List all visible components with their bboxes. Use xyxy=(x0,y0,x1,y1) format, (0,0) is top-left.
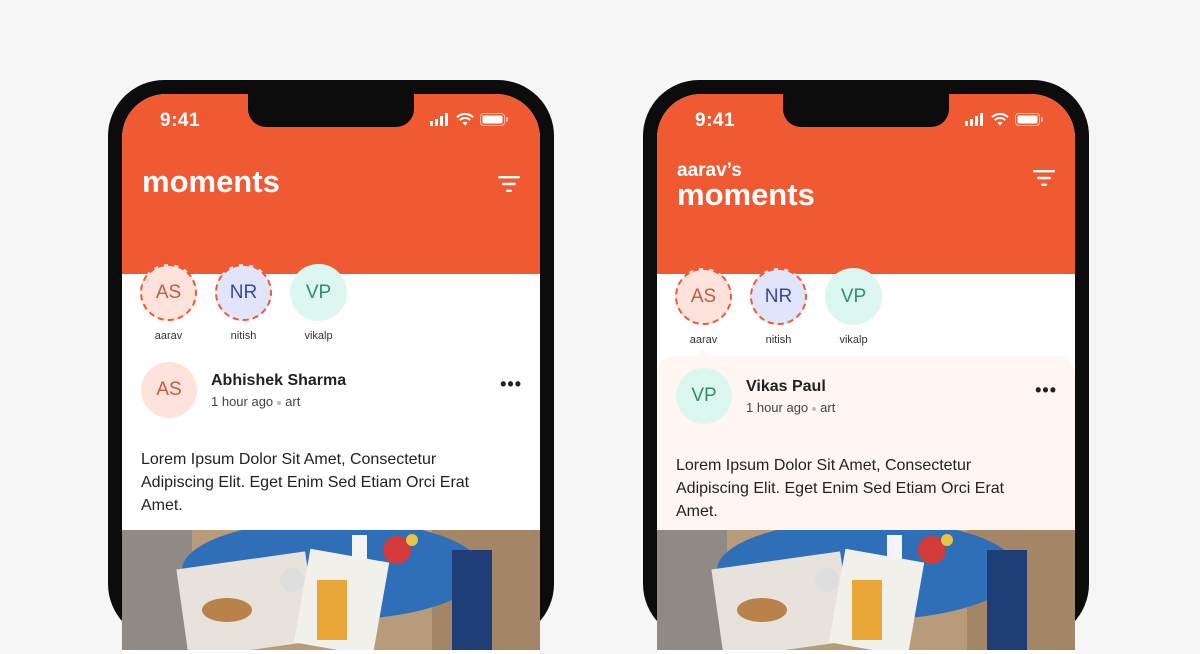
post-text: Lorem Ipsum Dolor Sit Amet, Consectetur … xyxy=(676,457,1005,520)
avatar[interactable]: AS xyxy=(141,362,197,418)
stories-row: AS aarav NR nitish VP vikalp xyxy=(675,268,882,346)
separator-dot xyxy=(277,400,282,405)
wifi-icon xyxy=(456,113,474,126)
post-photo[interactable] xyxy=(657,530,1075,650)
status-icons xyxy=(430,113,508,126)
story-label: vikalp xyxy=(839,334,868,346)
story-avatar: NR xyxy=(750,268,807,325)
post-tag[interactable]: art xyxy=(285,394,300,409)
story-label: aarav xyxy=(154,330,183,342)
story-avatar: AS xyxy=(140,264,197,321)
more-icon[interactable]: ••• xyxy=(500,374,522,395)
post-author[interactable]: Abhishek Sharma xyxy=(211,372,346,390)
post-card: VP Vikas Paul 1 hour ago art ••• Lorem Ip… xyxy=(657,356,1075,536)
post-photo[interactable] xyxy=(122,530,540,650)
story-label: nitish xyxy=(230,330,257,342)
status-icons xyxy=(965,113,1043,126)
signal-icon xyxy=(430,113,448,126)
post-time: 1 hour ago xyxy=(746,400,809,415)
separator-dot xyxy=(812,406,817,411)
post-time: 1 hour ago xyxy=(211,394,274,409)
story-avatar: VP xyxy=(290,264,347,321)
post-text: Lorem Ipsum Dolor Sit Amet, Consectetur … xyxy=(141,451,470,514)
story-nitish[interactable]: NR nitish xyxy=(215,264,272,342)
phone-screen: 9:41 moments AS aarav NR nitish VP vikal… xyxy=(122,94,540,654)
status-time: 9:41 xyxy=(695,110,736,131)
post-meta: 1 hour ago art xyxy=(211,394,300,409)
story-label: vikalp xyxy=(304,330,333,342)
signal-icon xyxy=(965,113,983,126)
story-aarav[interactable]: AS aarav xyxy=(675,268,732,346)
status-time: 9:41 xyxy=(160,110,201,131)
more-icon[interactable]: ••• xyxy=(1035,380,1057,401)
story-vikalp[interactable]: VP vikalp xyxy=(290,264,347,342)
battery-icon xyxy=(480,113,508,126)
post-author[interactable]: Vikas Paul xyxy=(746,378,826,396)
phone-frame-feed: 9:41 moments AS aarav NR nitish VP vikal… xyxy=(108,80,554,654)
stories-row: AS aarav NR nitish VP vikalp xyxy=(140,264,347,342)
story-avatar: NR xyxy=(215,264,272,321)
story-vikalp[interactable]: VP vikalp xyxy=(825,268,882,346)
page-title: moments xyxy=(677,177,815,212)
battery-icon xyxy=(1015,113,1043,126)
story-label: aarav xyxy=(689,334,718,346)
wifi-icon xyxy=(991,113,1009,126)
page-title: moments xyxy=(142,164,280,199)
story-nitish[interactable]: NR nitish xyxy=(750,268,807,346)
post-tag[interactable]: art xyxy=(820,400,835,415)
post-meta: 1 hour ago art xyxy=(746,400,835,415)
story-label: nitish xyxy=(765,334,792,346)
story-avatar: AS xyxy=(675,268,732,325)
filter-icon[interactable] xyxy=(498,176,520,192)
phone-notch xyxy=(248,94,414,127)
phone-screen: 9:41 aarav’s moments AS aarav NR nitish … xyxy=(657,94,1075,654)
phone-frame-user-moments: 9:41 aarav’s moments AS aarav NR nitish … xyxy=(643,80,1089,654)
story-aarav[interactable]: AS aarav xyxy=(140,264,197,342)
phone-notch xyxy=(783,94,949,127)
story-avatar: VP xyxy=(825,268,882,325)
avatar[interactable]: VP xyxy=(676,368,732,424)
filter-icon[interactable] xyxy=(1033,170,1055,186)
